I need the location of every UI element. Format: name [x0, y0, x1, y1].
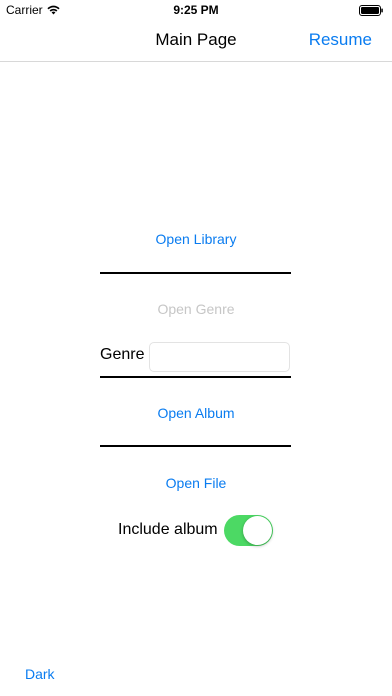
open-file-button[interactable]: Open File [0, 475, 392, 491]
genre-input[interactable] [149, 342, 290, 372]
divider-library [100, 272, 291, 274]
open-genre-button[interactable]: Open Genre [0, 301, 392, 317]
open-library-button[interactable]: Open Library [0, 231, 392, 247]
status-bar: Carrier 9:25 PM [0, 0, 392, 20]
divider-album [100, 445, 291, 447]
battery-icon [359, 5, 383, 16]
include-album-toggle[interactable] [224, 515, 273, 546]
divider-genre [100, 376, 291, 378]
status-time: 9:25 PM [173, 3, 219, 17]
navigation-bar: Main Page Resume [0, 20, 392, 62]
resume-button[interactable]: Resume [309, 30, 372, 50]
include-album-label: Include album [118, 521, 218, 538]
open-album-button[interactable]: Open Album [0, 405, 392, 421]
dark-mode-button[interactable]: Dark [25, 666, 55, 682]
genre-label: Genre [100, 346, 145, 363]
main-page-screen: Carrier 9:25 PM Main Page Resume Open Li… [0, 0, 392, 696]
toggle-knob [243, 516, 272, 545]
